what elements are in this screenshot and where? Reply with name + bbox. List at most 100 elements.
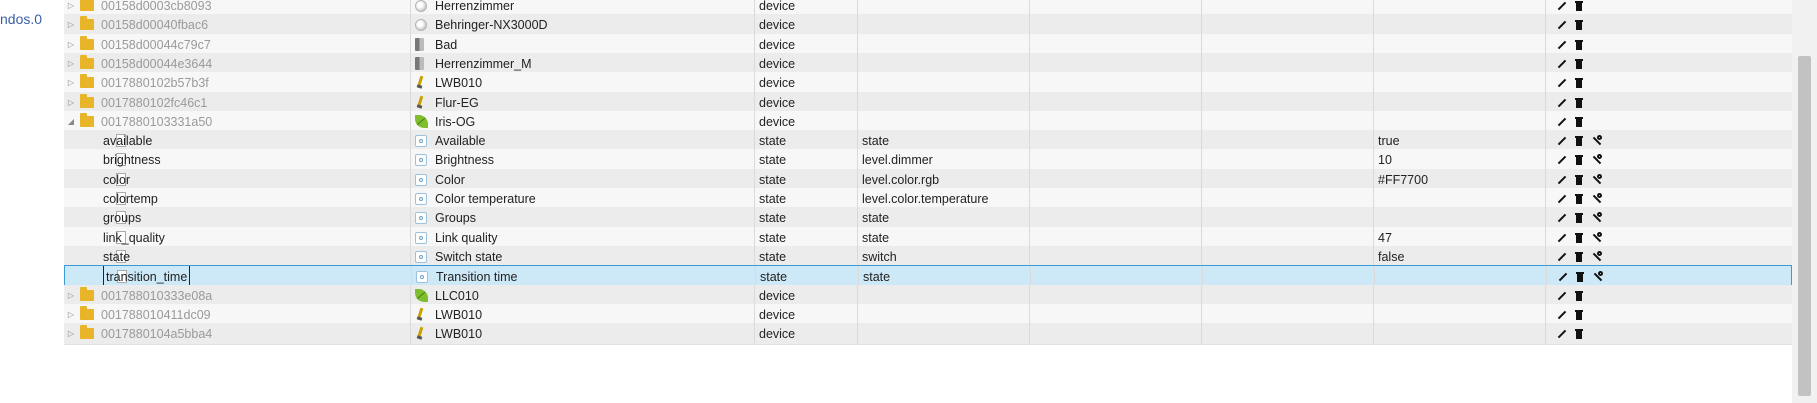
object-id[interactable]: 00158d00040fbac6 xyxy=(101,14,208,36)
value-cell[interactable]: 10 xyxy=(1373,149,1545,171)
name-cell: LWB010 xyxy=(410,323,754,345)
edit-pencil-icon[interactable] xyxy=(1556,212,1568,224)
delete-trash-icon[interactable] xyxy=(1573,0,1585,12)
role-cell xyxy=(857,14,1029,36)
name-cell: Groups xyxy=(410,207,754,229)
delete-trash-icon[interactable] xyxy=(1573,174,1585,186)
edit-pencil-icon[interactable] xyxy=(1556,39,1568,51)
edit-pencil-icon[interactable] xyxy=(1556,328,1568,340)
type-cell: device xyxy=(754,72,857,94)
table-row-state[interactable]: transition_time Transition time state state xyxy=(64,265,1792,288)
object-id[interactable]: 0017880102b57b3f xyxy=(101,72,209,94)
edit-pencil-icon[interactable] xyxy=(1556,77,1568,89)
settings-wrench-icon[interactable] xyxy=(1591,193,1603,205)
role-cell: state xyxy=(857,207,1029,229)
scrollbar-thumb[interactable] xyxy=(1798,56,1811,396)
settings-wrench-icon[interactable] xyxy=(1591,154,1603,166)
role-cell xyxy=(857,323,1029,345)
edit-pencil-icon[interactable] xyxy=(1556,0,1568,12)
delete-trash-icon[interactable] xyxy=(1573,232,1585,244)
edit-pencil-icon[interactable] xyxy=(1556,58,1568,70)
vertical-scrollbar[interactable] xyxy=(1792,0,1817,403)
panel-icon xyxy=(415,57,424,70)
edit-pencil-icon[interactable] xyxy=(1557,271,1569,283)
edit-pencil-icon[interactable] xyxy=(1556,116,1568,128)
object-id[interactable]: 0017880104a5bba4 xyxy=(101,323,212,345)
object-id[interactable]: groups xyxy=(103,207,141,229)
leaf-lamp-icon xyxy=(415,289,428,302)
edit-pencil-icon[interactable] xyxy=(1556,19,1568,31)
delete-trash-icon[interactable] xyxy=(1573,251,1585,263)
delete-trash-icon[interactable] xyxy=(1573,77,1585,89)
actions-cell xyxy=(1545,149,1792,171)
settings-wrench-icon[interactable] xyxy=(1591,174,1603,186)
edit-pencil-icon[interactable] xyxy=(1556,193,1568,205)
state-icon xyxy=(415,251,427,263)
edit-pencil-icon[interactable] xyxy=(1556,251,1568,263)
settings-wrench-icon[interactable] xyxy=(1591,212,1603,224)
id-cell: ▷ 0017880102b57b3f xyxy=(64,72,410,94)
table-row-state[interactable]: brightness Brightness state level.dimmer 10 xyxy=(64,149,1792,171)
value-cell[interactable] xyxy=(1373,207,1545,229)
role-cell: level.dimmer xyxy=(857,149,1029,171)
folder-icon xyxy=(80,306,94,320)
object-name: Groups xyxy=(435,211,476,225)
expand-icon[interactable]: ▷ xyxy=(66,72,76,94)
folder-icon xyxy=(80,16,94,30)
delete-trash-icon[interactable] xyxy=(1573,58,1585,70)
bulb-icon xyxy=(415,308,425,321)
value-cell[interactable] xyxy=(1373,72,1545,94)
value-cell[interactable] xyxy=(1373,14,1545,36)
table-row-device[interactable]: ▷ 00158d00040fbac6 Behringer-NX3000D device xyxy=(64,14,1792,36)
bulb-icon xyxy=(415,76,425,89)
table-row-device[interactable]: ▷ 0017880104a5bba4 LWB010 device xyxy=(64,323,1792,345)
table-row-state[interactable]: groups Groups state state xyxy=(64,207,1792,229)
delete-trash-icon[interactable] xyxy=(1573,97,1585,109)
expand-icon[interactable]: ▷ xyxy=(66,14,76,36)
object-tree-table: ▷ 00158d0003cb8093 Herrenzimmer device ▷ 0015… xyxy=(64,0,1792,403)
edit-pencil-icon[interactable] xyxy=(1556,97,1568,109)
delete-trash-icon[interactable] xyxy=(1573,212,1585,224)
edit-pencil-icon[interactable] xyxy=(1556,174,1568,186)
bulb-circle-icon xyxy=(415,19,427,31)
role-cell xyxy=(857,72,1029,94)
state-icon xyxy=(415,174,427,186)
edit-pencil-icon[interactable] xyxy=(1556,135,1568,147)
delete-trash-icon[interactable] xyxy=(1574,271,1586,283)
object-name: Brightness xyxy=(435,153,495,167)
folder-icon xyxy=(80,36,94,50)
edit-pencil-icon[interactable] xyxy=(1556,154,1568,166)
folder-icon xyxy=(80,0,94,11)
folder-icon xyxy=(80,55,94,69)
settings-wrench-icon[interactable] xyxy=(1591,232,1603,244)
state-icon xyxy=(415,154,427,166)
object-id[interactable]: brightness xyxy=(103,149,161,171)
room-cell xyxy=(1029,72,1201,94)
edit-pencil-icon[interactable] xyxy=(1556,309,1568,321)
folder-icon xyxy=(80,113,94,127)
settings-wrench-icon[interactable] xyxy=(1591,251,1603,263)
edit-pencil-icon[interactable] xyxy=(1556,290,1568,302)
delete-trash-icon[interactable] xyxy=(1573,19,1585,31)
edit-pencil-icon[interactable] xyxy=(1556,232,1568,244)
delete-trash-icon[interactable] xyxy=(1573,135,1585,147)
delete-trash-icon[interactable] xyxy=(1573,154,1585,166)
bulb-icon xyxy=(415,96,425,109)
value-cell[interactable] xyxy=(1373,323,1545,345)
settings-wrench-icon[interactable] xyxy=(1592,271,1604,283)
expand-icon[interactable]: ▷ xyxy=(66,323,76,345)
delete-trash-icon[interactable] xyxy=(1573,193,1585,205)
delete-trash-icon[interactable] xyxy=(1573,328,1585,340)
delete-trash-icon[interactable] xyxy=(1573,39,1585,51)
state-icon xyxy=(415,193,427,205)
actions-cell xyxy=(1545,207,1792,229)
settings-wrench-icon[interactable] xyxy=(1591,135,1603,147)
delete-trash-icon[interactable] xyxy=(1573,116,1585,128)
function-cell xyxy=(1201,323,1373,345)
table-row-device[interactable]: ▷ 0017880102b57b3f LWB010 device xyxy=(64,72,1792,94)
function-cell xyxy=(1201,72,1373,94)
name-cell: Behringer-NX3000D xyxy=(410,14,754,36)
delete-trash-icon[interactable] xyxy=(1573,290,1585,302)
delete-trash-icon[interactable] xyxy=(1573,309,1585,321)
tree-item-label[interactable]: ndos.0 xyxy=(0,11,42,27)
